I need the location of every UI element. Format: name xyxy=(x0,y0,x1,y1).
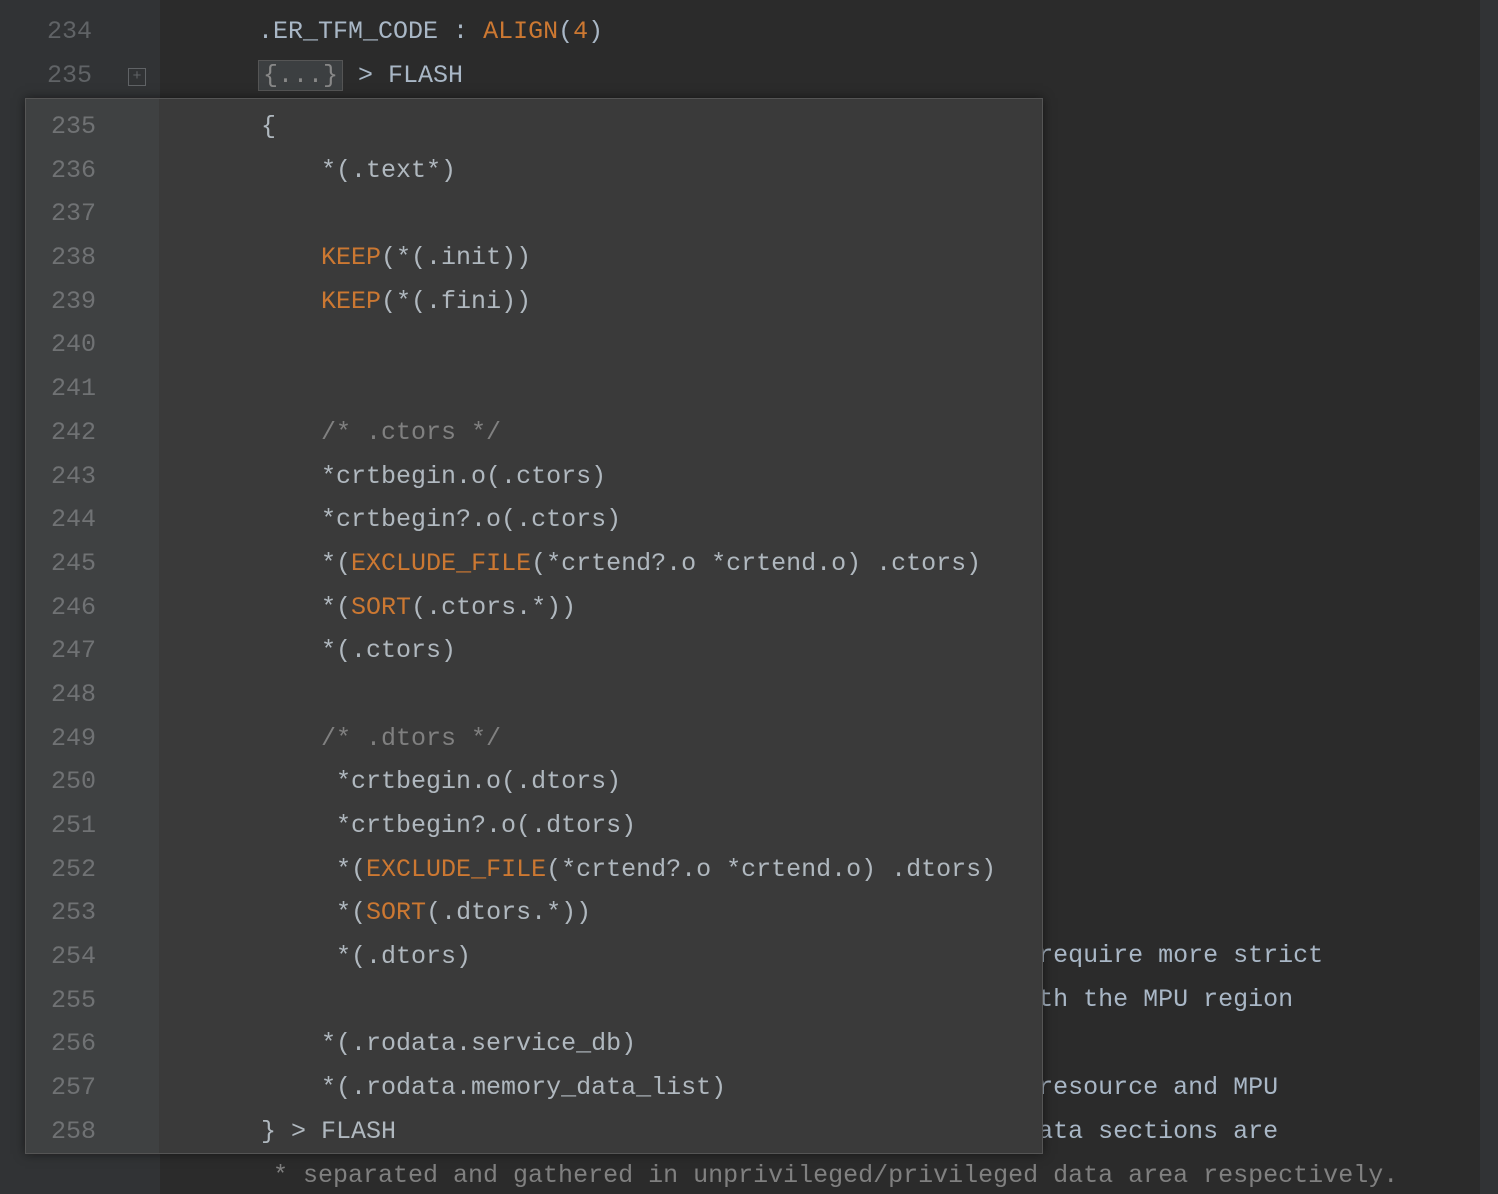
popup-code-line: /* .ctors */ xyxy=(201,411,1042,455)
popup-line-number: 248 xyxy=(26,673,96,717)
popup-line-number: 244 xyxy=(26,498,96,542)
code-token: *crtbegin.o(.dtors) xyxy=(336,767,621,796)
code-token: .ER_TFM_CODE : xyxy=(258,17,483,46)
popup-line-number: 256 xyxy=(26,1022,96,1066)
popup-line-number: 246 xyxy=(26,586,96,630)
popup-line-number: 252 xyxy=(26,848,96,892)
popup-code-line: } > FLASH xyxy=(201,1110,1042,1154)
code-token: *crtbegin?.o(.dtors) xyxy=(336,811,636,840)
code-token: EXCLUDE_FILE xyxy=(351,549,531,578)
popup-fold-gutter xyxy=(121,99,159,1153)
popup-code-line: *(SORT(.dtors.*)) xyxy=(201,891,1042,935)
code-token: SORT xyxy=(351,593,411,622)
code-token: ALIGN xyxy=(483,17,558,46)
popup-line-number: 257 xyxy=(26,1066,96,1110)
popup-code-area: { *(.text*) KEEP(*(.init)) KEEP(*(.fini)… xyxy=(159,99,1042,1153)
popup-line-number-gutter: 2352362372382392402412422432442452462472… xyxy=(26,99,121,1153)
code-token: {...} xyxy=(258,60,343,91)
code-token: * separated and gathered in unprivileged… xyxy=(273,1161,1398,1190)
popup-code-line: *crtbegin?.o(.dtors) xyxy=(201,804,1042,848)
popup-line-number: 240 xyxy=(26,323,96,367)
line-number: 235 xyxy=(0,54,92,98)
code-token: (*(.fini)) xyxy=(381,287,531,316)
popup-code-line xyxy=(201,367,1042,411)
code-token: KEEP xyxy=(321,287,381,316)
code-token: *( xyxy=(321,593,351,622)
popup-line-number: 253 xyxy=(26,891,96,935)
code-token: (.ctors.*)) xyxy=(411,593,576,622)
code-editor[interactable]: 234235283 + .ER_TFM_CODE : ALIGN(4) {...… xyxy=(0,0,1498,1194)
code-token: { xyxy=(261,112,276,141)
popup-line-number: 239 xyxy=(26,280,96,324)
line-number: 234 xyxy=(0,10,92,54)
popup-line-number: 245 xyxy=(26,542,96,586)
code-token: *crtbegin?.o(.ctors) xyxy=(321,505,621,534)
popup-code-line xyxy=(201,192,1042,236)
code-token: ) xyxy=(588,17,603,46)
code-token: *(.text*) xyxy=(321,156,456,185)
code-token: EXCLUDE_FILE xyxy=(366,855,546,884)
code-token: *(.rodata.service_db) xyxy=(321,1029,636,1058)
popup-line-number: 254 xyxy=(26,935,96,979)
code-token: 4 xyxy=(573,17,588,46)
popup-code-line: *(EXCLUDE_FILE(*crtend?.o *crtend.o) .ct… xyxy=(201,542,1042,586)
popup-line-number: 249 xyxy=(26,717,96,761)
popup-code-line xyxy=(201,979,1042,1023)
popup-line-number: 235 xyxy=(26,105,96,149)
popup-code-line: *(EXCLUDE_FILE(*crtend?.o *crtend.o) .dt… xyxy=(201,848,1042,892)
code-token: *( xyxy=(321,549,351,578)
code-token: *(.dtors) xyxy=(336,942,471,971)
folded-code-hover-popup: 2352362372382392402412422432442452462472… xyxy=(25,98,1043,1154)
code-token: KEEP xyxy=(321,243,381,272)
code-token: *( xyxy=(336,898,366,927)
popup-code-line: *crtbegin?.o(.ctors) xyxy=(201,498,1042,542)
popup-code-line: *(.dtors) xyxy=(201,935,1042,979)
code-token: (*crtend?.o *crtend.o) .dtors) xyxy=(546,855,996,884)
popup-line-number: 250 xyxy=(26,760,96,804)
scrollbar-track[interactable] xyxy=(1480,0,1498,1194)
popup-line-number: 237 xyxy=(26,192,96,236)
code-token: /* .ctors */ xyxy=(321,418,501,447)
popup-code-line: *(.text*) xyxy=(201,149,1042,193)
code-token: SORT xyxy=(366,898,426,927)
code-token: } > FLASH xyxy=(261,1117,396,1146)
popup-code-line: KEEP(*(.fini)) xyxy=(201,280,1042,324)
code-token: (.dtors.*)) xyxy=(426,898,591,927)
code-token: /* .dtors */ xyxy=(321,724,501,753)
code-token: ( xyxy=(558,17,573,46)
code-token: *(.ctors) xyxy=(321,636,456,665)
code-token: (*crtend?.o *crtend.o) .ctors) xyxy=(531,549,981,578)
code-line[interactable]: {...} > FLASH xyxy=(198,54,1498,98)
popup-line-number: 247 xyxy=(26,629,96,673)
popup-code-line: *(.rodata.memory_data_list) xyxy=(201,1066,1042,1110)
popup-line-number: 236 xyxy=(26,149,96,193)
popup-line-number: 238 xyxy=(26,236,96,280)
popup-code-line: *(.rodata.service_db) xyxy=(201,1022,1042,1066)
popup-code-line: *(.ctors) xyxy=(201,629,1042,673)
popup-code-line xyxy=(201,673,1042,717)
popup-code-line: *crtbegin.o(.dtors) xyxy=(201,760,1042,804)
code-line[interactable]: * separated and gathered in unprivileged… xyxy=(198,1154,1498,1194)
popup-line-number: 258 xyxy=(26,1110,96,1154)
popup-code-line xyxy=(201,323,1042,367)
popup-code-line: { xyxy=(201,105,1042,149)
code-token: *( xyxy=(336,855,366,884)
popup-line-number: 251 xyxy=(26,804,96,848)
popup-line-number: 241 xyxy=(26,367,96,411)
popup-code-line: *crtbegin.o(.ctors) xyxy=(201,455,1042,499)
code-token: (*(.init)) xyxy=(381,243,531,272)
popup-code-line: *(SORT(.ctors.*)) xyxy=(201,586,1042,630)
popup-line-number: 242 xyxy=(26,411,96,455)
code-line[interactable]: .ER_TFM_CODE : ALIGN(4) xyxy=(198,10,1498,54)
code-token: *(.rodata.memory_data_list) xyxy=(321,1073,726,1102)
fold-expand-icon[interactable]: + xyxy=(128,68,146,86)
code-token: *crtbegin.o(.ctors) xyxy=(321,462,606,491)
popup-code-line: /* .dtors */ xyxy=(201,717,1042,761)
popup-line-number: 243 xyxy=(26,455,96,499)
code-token: > FLASH xyxy=(343,61,463,90)
popup-code-line: KEEP(*(.init)) xyxy=(201,236,1042,280)
popup-line-number: 255 xyxy=(26,979,96,1023)
